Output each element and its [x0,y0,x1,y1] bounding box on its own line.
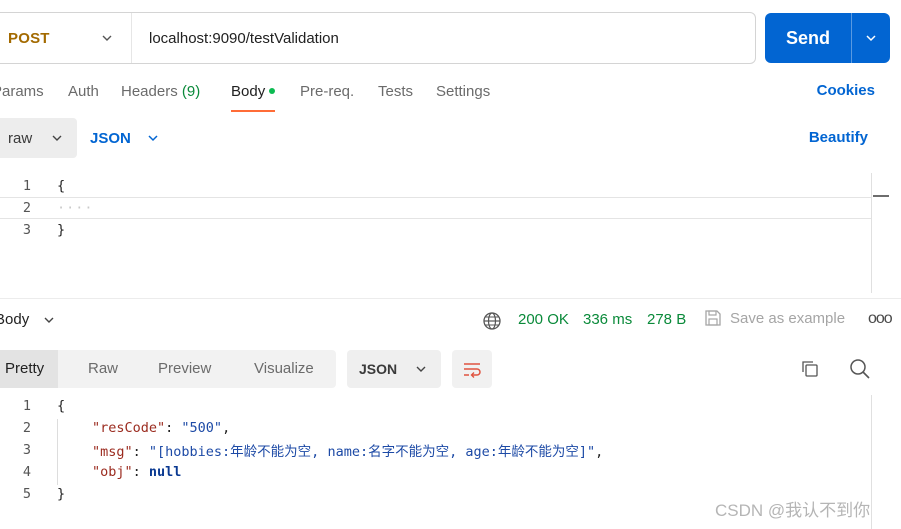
request-body-editor[interactable]: 1 { 2 ···· 3 } [0,173,889,293]
tab-body-label: Body [231,83,266,100]
response-line: 2 "resCode": "500", [0,417,871,439]
code-text: } [57,222,66,238]
chevron-down-icon [52,135,62,141]
body-format-select[interactable]: JSON [90,118,159,158]
status-code[interactable]: 200 OK [518,311,569,328]
watermark: CSDN @我认不到你 [715,501,871,520]
send-options-button[interactable] [852,32,890,44]
url-input[interactable] [132,13,755,63]
chevron-down-icon [148,135,158,142]
editor-line: 1 { [0,175,871,197]
tab-visualize[interactable]: Visualize [254,350,314,388]
close-brace: } [57,486,66,502]
response-line: 4 "obj": null [0,461,871,483]
tab-headers-label: Headers [121,83,178,100]
tab-tests[interactable]: Tests [378,82,413,112]
tab-pre-request[interactable]: Pre-req. [300,82,354,112]
response-bar: Body 200 OK 336 ms 278 B Save as example… [0,305,901,335]
pane-divider[interactable] [0,298,901,299]
line-number: 2 [22,420,31,436]
json-key: "msg" [92,444,133,460]
tab-params[interactable]: Params [0,82,44,112]
globe-icon[interactable] [482,311,502,331]
tab-settings[interactable]: Settings [436,82,490,112]
json-field: "resCode": "500", [92,420,231,436]
line-number: 5 [22,486,31,502]
json-field: "obj": null [92,464,182,480]
editor-line-current: 2 ···· [0,197,871,219]
line-number: 2 [22,200,31,216]
tab-pretty[interactable]: Pretty [0,350,59,388]
headers-count: (9) [181,83,201,100]
copy-icon[interactable] [800,359,820,379]
method-select[interactable]: POST [0,13,132,63]
view-tab-group: Pretty Raw Preview Visualize [0,350,336,388]
beautify-link[interactable]: Beautify [809,129,868,146]
json-key: "resCode" [92,420,166,436]
search-icon[interactable] [849,358,871,380]
body-type-row: raw JSON Beautify [0,118,901,158]
editor-line: 3 } [0,219,871,241]
editor-scrollbar[interactable] [871,173,889,293]
response-line: 3 "msg": "[hobbies:年龄不能为空, name:名字不能为空, … [0,439,871,461]
json-value: "500" [181,420,223,436]
method-label: POST [8,29,50,47]
open-brace: { [57,398,66,414]
code-text: { [57,178,66,194]
tab-raw[interactable]: Raw [88,350,118,388]
save-icon [705,310,721,326]
chevron-down-icon [866,35,876,42]
json-comma: , [595,444,604,460]
response-view-tabs: Pretty Raw Preview Visualize JSON [0,350,901,388]
cookies-link[interactable]: Cookies [817,82,875,99]
body-format-label: JSON [90,129,131,147]
response-section-label: Body [0,311,30,328]
json-value: null [148,464,182,480]
tab-headers[interactable]: Headers (9) [121,82,200,112]
json-comma: , [222,420,231,436]
chevron-down-icon [416,366,426,372]
response-section-select[interactable]: Body [0,311,55,328]
chevron-down-icon [44,317,54,323]
indent-dots: ···· [57,200,94,216]
response-format-label: JSON [359,361,398,377]
response-size[interactable]: 278 B [647,311,686,328]
line-number: 3 [22,442,31,458]
tab-body[interactable]: Body [231,82,276,112]
response-scrollbar[interactable] [871,395,889,529]
body-indicator-dot [269,87,276,94]
chevron-down-icon [102,35,112,41]
line-number: 4 [22,464,31,480]
response-time[interactable]: 336 ms [583,311,632,328]
json-field: "msg": "[hobbies:年龄不能为空, name:名字不能为空, ag… [92,444,604,460]
json-key: "obj" [92,464,133,480]
wrap-lines-icon [464,363,481,378]
body-type-label: raw [8,129,33,147]
save-as-example-label: Save as example [730,309,846,327]
line-number: 3 [22,222,31,238]
line-number: 1 [22,398,31,414]
response-line: 1 { [0,395,871,417]
tab-auth[interactable]: Auth [68,82,99,112]
request-url-bar: POST [0,12,756,64]
request-tabs: Params Auth Headers (9) Body Pre-req. Te… [0,82,901,114]
body-type-select[interactable]: raw [0,118,77,158]
save-as-example-button[interactable]: Save as example [704,309,845,327]
tab-preview[interactable]: Preview [158,350,211,388]
more-options-icon[interactable]: ooo [868,310,893,328]
wrap-lines-button[interactable] [452,350,492,388]
send-button[interactable]: Send [765,13,890,63]
send-label: Send [785,27,830,48]
json-value: "[hobbies:年龄不能为空, name:名字不能为空, age:年龄不能为… [148,444,596,460]
response-format-select[interactable]: JSON [347,350,441,388]
line-number: 1 [22,178,31,194]
